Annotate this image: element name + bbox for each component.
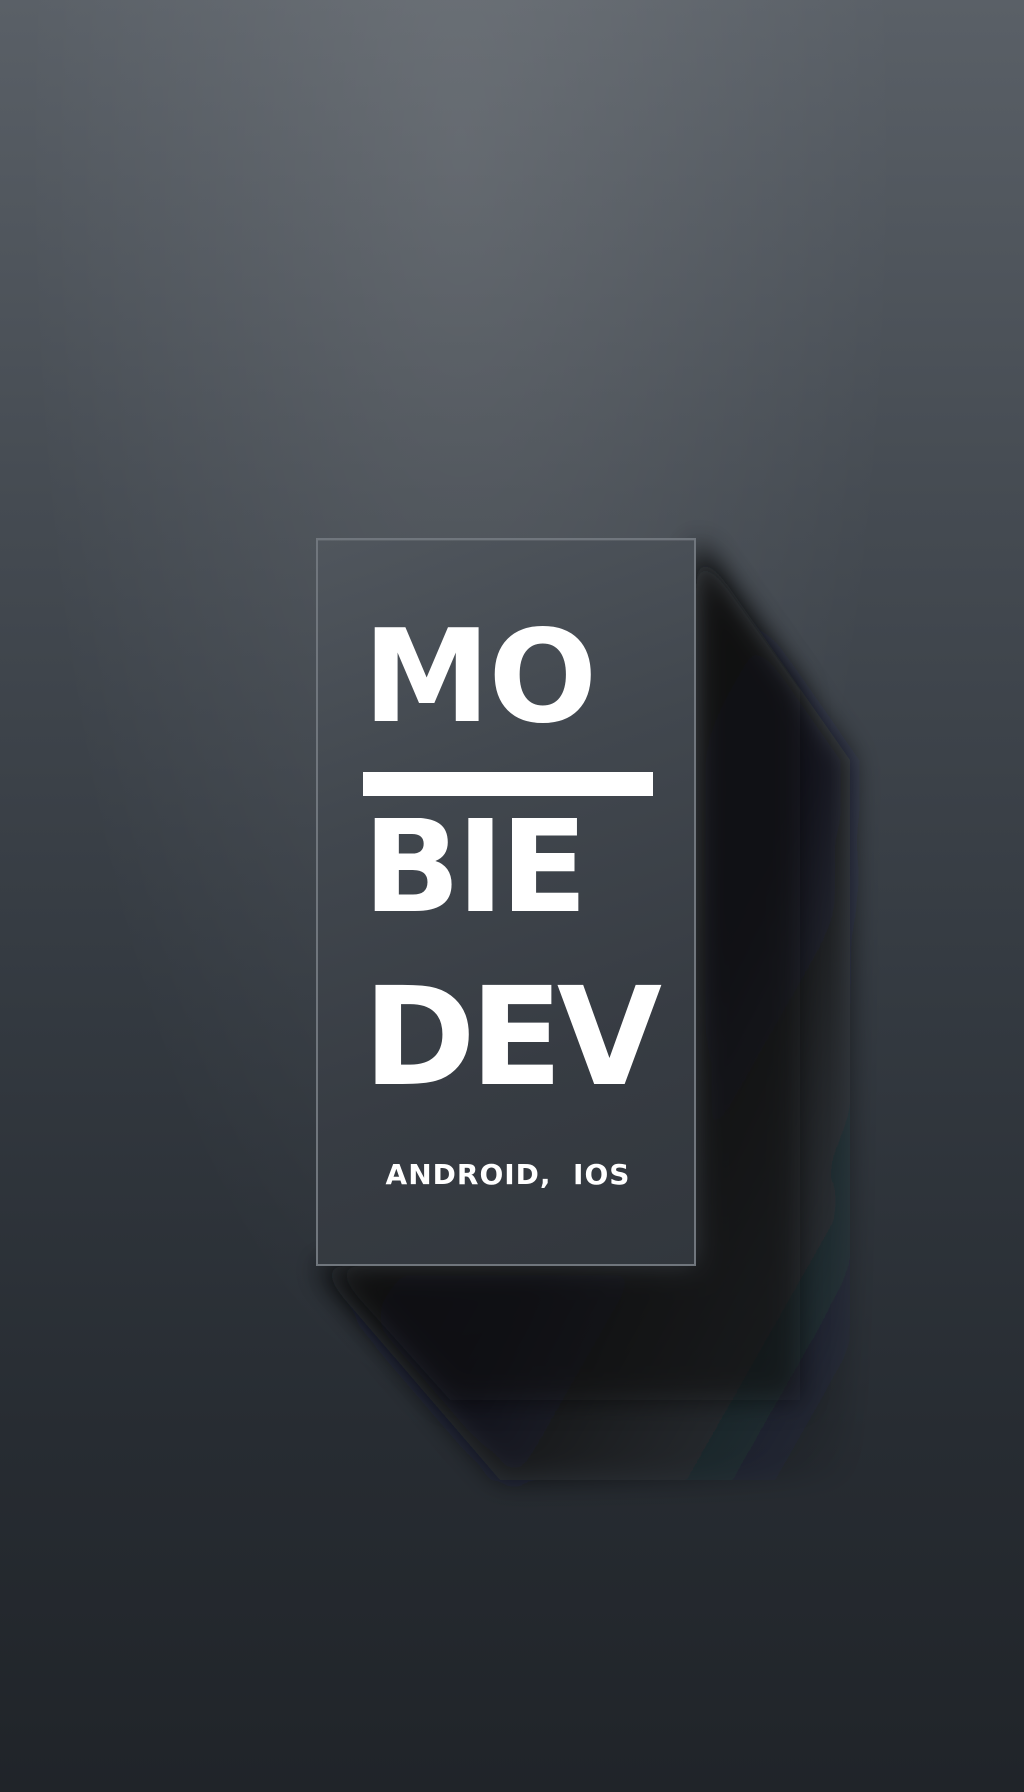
logo-text-dev: DEV [363,959,662,1117]
logo-text-mo: MO [363,603,597,752]
logo-text-bie: BIE [363,818,588,928]
logo-card: MO BIE DEV ANDROID, IOS [316,538,696,1266]
logo-text-bie-clip: BIE [363,818,653,928]
logo-subtitle: ANDROID, IOS [385,1158,631,1191]
logo-divider-bar [363,772,653,796]
